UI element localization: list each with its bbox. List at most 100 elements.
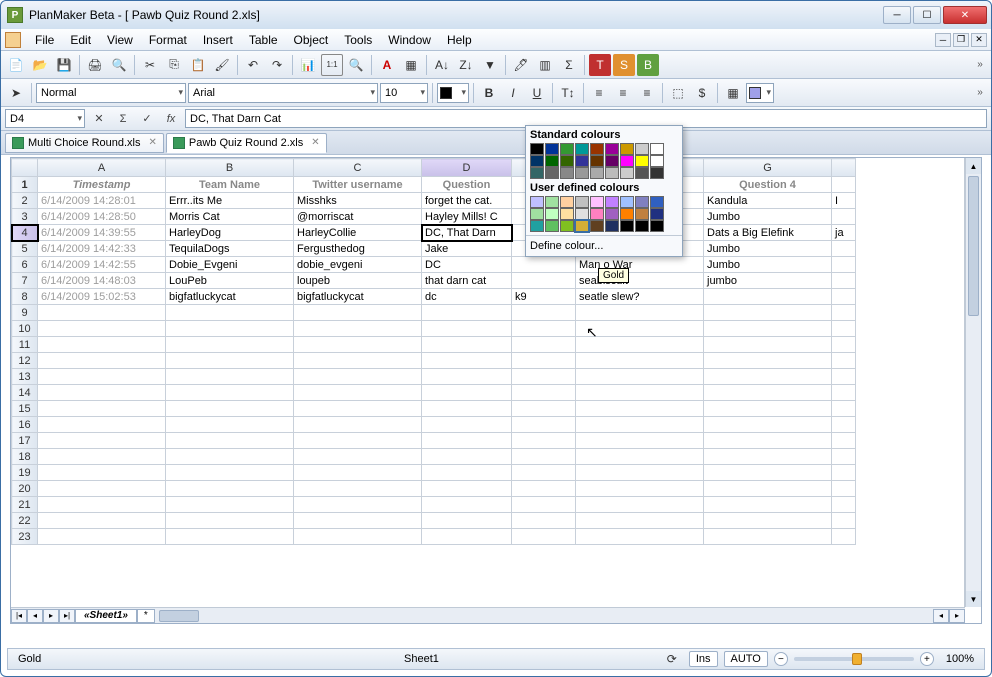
colour-swatch[interactable] [530, 155, 544, 167]
text-height-icon[interactable]: T↕ [557, 82, 579, 104]
font-color-icon[interactable]: A [376, 54, 398, 76]
cell[interactable]: 6/14/2009 14:42:33 [38, 241, 166, 257]
t-red-icon[interactable]: T [589, 54, 611, 76]
redo-icon[interactable]: ↷ [266, 54, 288, 76]
cell[interactable]: Fergusthedog [294, 241, 422, 257]
row-header[interactable]: 19 [12, 465, 38, 481]
font-combo[interactable]: Arial [188, 83, 378, 103]
menu-view[interactable]: View [99, 31, 141, 49]
menu-insert[interactable]: Insert [195, 31, 241, 49]
menu-table[interactable]: Table [241, 31, 286, 49]
accept-formula-icon[interactable]: ✓ [137, 110, 157, 128]
cell[interactable] [832, 209, 856, 225]
row-header[interactable]: 11 [12, 337, 38, 353]
menu-object[interactable]: Object [286, 31, 337, 49]
cell[interactable] [704, 289, 832, 305]
colour-swatch[interactable] [545, 155, 559, 167]
open-icon[interactable]: 📂 [29, 54, 51, 76]
new-icon[interactable]: 📄 [5, 54, 27, 76]
colour-swatch[interactable] [605, 196, 619, 208]
row-header[interactable]: 21 [12, 497, 38, 513]
colour-swatch[interactable] [545, 220, 559, 232]
print-icon[interactable]: 🖨 [84, 54, 106, 76]
row-header[interactable]: 3 [12, 209, 38, 225]
sum-formula-icon[interactable]: Σ [113, 110, 133, 128]
scroll-down-icon[interactable]: ▼ [966, 591, 981, 607]
fx-icon[interactable]: fx [161, 110, 181, 128]
sum-icon[interactable]: Σ [558, 54, 580, 76]
cell[interactable]: Hayley Mills! C [422, 209, 512, 225]
chart-icon[interactable]: 📊 [297, 54, 319, 76]
row-header[interactable]: 20 [12, 481, 38, 497]
fill-color-button[interactable] [437, 83, 469, 103]
hscroll-left-icon[interactable]: ◂ [933, 609, 949, 623]
colour-swatch[interactable] [590, 208, 604, 220]
cell[interactable]: seatle slew? [576, 289, 704, 305]
vertical-scrollbar[interactable]: ▲ ▼ [965, 158, 981, 607]
paste-icon[interactable]: 📋 [187, 54, 209, 76]
zoom-icon[interactable]: 🔍 [345, 54, 367, 76]
colour-swatch[interactable] [530, 167, 544, 179]
menu-help[interactable]: Help [439, 31, 480, 49]
colour-swatch[interactable] [650, 208, 664, 220]
zoom-in-button[interactable]: + [920, 652, 934, 666]
cell[interactable]: ja [832, 225, 856, 241]
format-paint-icon[interactable]: 🖌 [211, 54, 233, 76]
row-header[interactable]: 6 [12, 257, 38, 273]
cell[interactable]: Kandula [704, 193, 832, 209]
cell[interactable] [832, 289, 856, 305]
cell[interactable]: jumbo [704, 273, 832, 289]
italic-icon[interactable]: I [502, 82, 524, 104]
prev-sheet-icon[interactable]: ◂ [27, 609, 43, 623]
cell[interactable]: Timestamp [38, 177, 166, 193]
new-sheet-tab[interactable]: * [137, 609, 155, 623]
cell[interactable]: Dats a Big Elefink [704, 225, 832, 241]
sort-asc-icon[interactable]: A↓ [431, 54, 453, 76]
menu-edit[interactable]: Edit [62, 31, 99, 49]
save-icon[interactable]: 💾 [53, 54, 75, 76]
cell[interactable]: dc [422, 289, 512, 305]
borders-icon[interactable]: ▦ [722, 82, 744, 104]
row-header[interactable]: 22 [12, 513, 38, 529]
scroll-up-icon[interactable]: ▲ [966, 158, 981, 174]
colour-swatch[interactable] [560, 143, 574, 155]
one-to-one-icon[interactable]: 1:1 [321, 54, 343, 76]
cell[interactable]: bigfatluckycat [166, 289, 294, 305]
colour-swatch[interactable] [560, 220, 574, 232]
cell[interactable] [832, 241, 856, 257]
cell[interactable]: k9 [512, 289, 576, 305]
row-header[interactable]: 16 [12, 417, 38, 433]
cell[interactable]: Team Name [166, 177, 294, 193]
cell[interactable]: 6/14/2009 14:39:55 [38, 225, 166, 241]
cell[interactable]: that darn cat [422, 273, 512, 289]
row-header[interactable]: 12 [12, 353, 38, 369]
row-header[interactable]: 8 [12, 289, 38, 305]
colour-swatch[interactable] [605, 220, 619, 232]
colour-swatch[interactable] [530, 196, 544, 208]
colour-swatch[interactable] [635, 167, 649, 179]
cell[interactable]: Twitter username [294, 177, 422, 193]
col-header[interactable]: B [166, 159, 294, 177]
cell[interactable]: bigfatluckycat [294, 289, 422, 305]
colour-swatch[interactable] [590, 155, 604, 167]
zoom-thumb[interactable] [852, 653, 862, 665]
grid[interactable]: A B C D E F G 1TimestampTeam NameTwitter… [11, 158, 856, 545]
colour-swatch[interactable] [620, 155, 634, 167]
row-header[interactable]: 13 [12, 369, 38, 385]
copy-icon[interactable]: ⎘ [163, 54, 185, 76]
cell[interactable]: 6/14/2009 14:48:03 [38, 273, 166, 289]
colour-swatch[interactable] [560, 167, 574, 179]
cell[interactable]: Morris Cat [166, 209, 294, 225]
cell[interactable]: HarleyCollie [294, 225, 422, 241]
cut-icon[interactable]: ✂ [139, 54, 161, 76]
colour-swatch[interactable] [575, 143, 589, 155]
colour-swatch[interactable] [620, 220, 634, 232]
close-tab-icon[interactable]: ✕ [149, 137, 157, 148]
colour-swatch[interactable] [650, 143, 664, 155]
sheet-tab[interactable]: «Sheet1» [75, 609, 137, 623]
colour-swatch[interactable] [620, 196, 634, 208]
cell[interactable]: Man o War [576, 257, 704, 273]
columns-icon[interactable]: ▥ [534, 54, 556, 76]
undo-icon[interactable]: ↶ [242, 54, 264, 76]
next-sheet-icon[interactable]: ▸ [43, 609, 59, 623]
